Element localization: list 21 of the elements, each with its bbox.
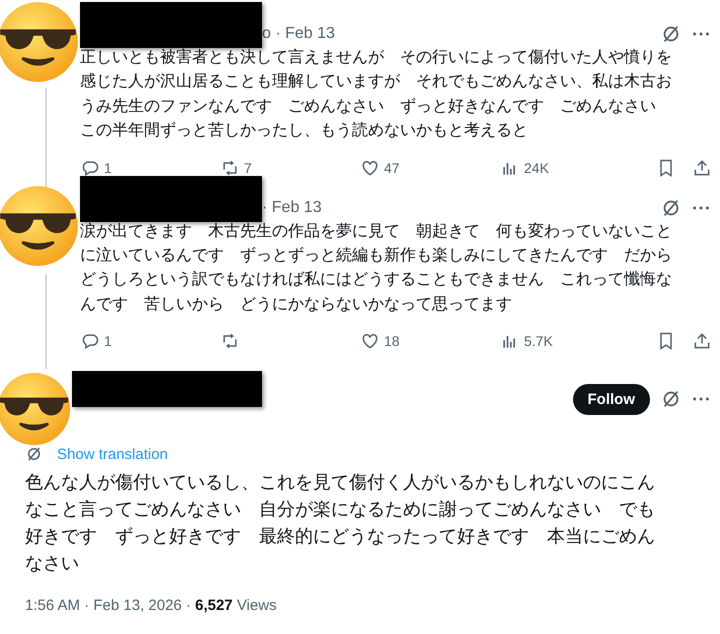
heart-icon[interactable] xyxy=(360,331,380,352)
post-meta: 1:56 AM · Feb 13, 2026 · 6,527 Views xyxy=(25,597,278,614)
sunglasses-emoji-icon xyxy=(0,0,80,84)
like-count: 47 xyxy=(384,160,400,176)
share-icon[interactable] xyxy=(692,331,712,352)
sunglasses-emoji-icon xyxy=(0,184,80,268)
share-icon[interactable] xyxy=(692,158,712,178)
reply-count: 1 xyxy=(104,333,112,350)
post-text: 色んな人が傷付いているし、これを見て傷付く人がいるかもしれないのにこん なこと言ってごめんなさい 自分が楽になるために謝ってごめんなさい でも 好きです ずっと好きです 最終的にどうなったって好きです 本当にごめん なさい xyxy=(25,471,656,576)
sunglasses-emoji-icon xyxy=(0,371,72,448)
views-count: 5.7K xyxy=(524,333,553,350)
views-count: 24K xyxy=(524,160,549,176)
post-text: 正しいとも被害者とも決して言えませんが その行いによって傷付いた人や憤りを 感じた人が沢山居ることも理解していますが それでもごめんなさい、私は木古お うみ先生のファンなんです ごめんなさい ずっと好きなんです ごめんなさい この半年間ずっと苦しかったし、もう読めないかもと考えると xyxy=(80,48,673,142)
post-date: · Feb 13 xyxy=(262,198,322,217)
post-text: 涙が出てきます 木古先生の作品を夢に見て 朝起きて 何も変わっていないこと に泣いているんです ずっとずっと続編も新作も楽しみにしてきたんです だから どうしろという訳でもなければ私にはどうすることもできません これって懺悔な んです 苦しいから どうにかならないかなって思ってます xyxy=(80,222,673,315)
follow-button[interactable]: Follow xyxy=(572,384,650,415)
repost-count: 7 xyxy=(244,160,252,176)
like-count: 18 xyxy=(384,333,400,350)
post-date: o · Feb 13 xyxy=(262,25,335,43)
reply-count: 1 xyxy=(104,160,112,176)
translate-icon[interactable] xyxy=(25,445,43,464)
